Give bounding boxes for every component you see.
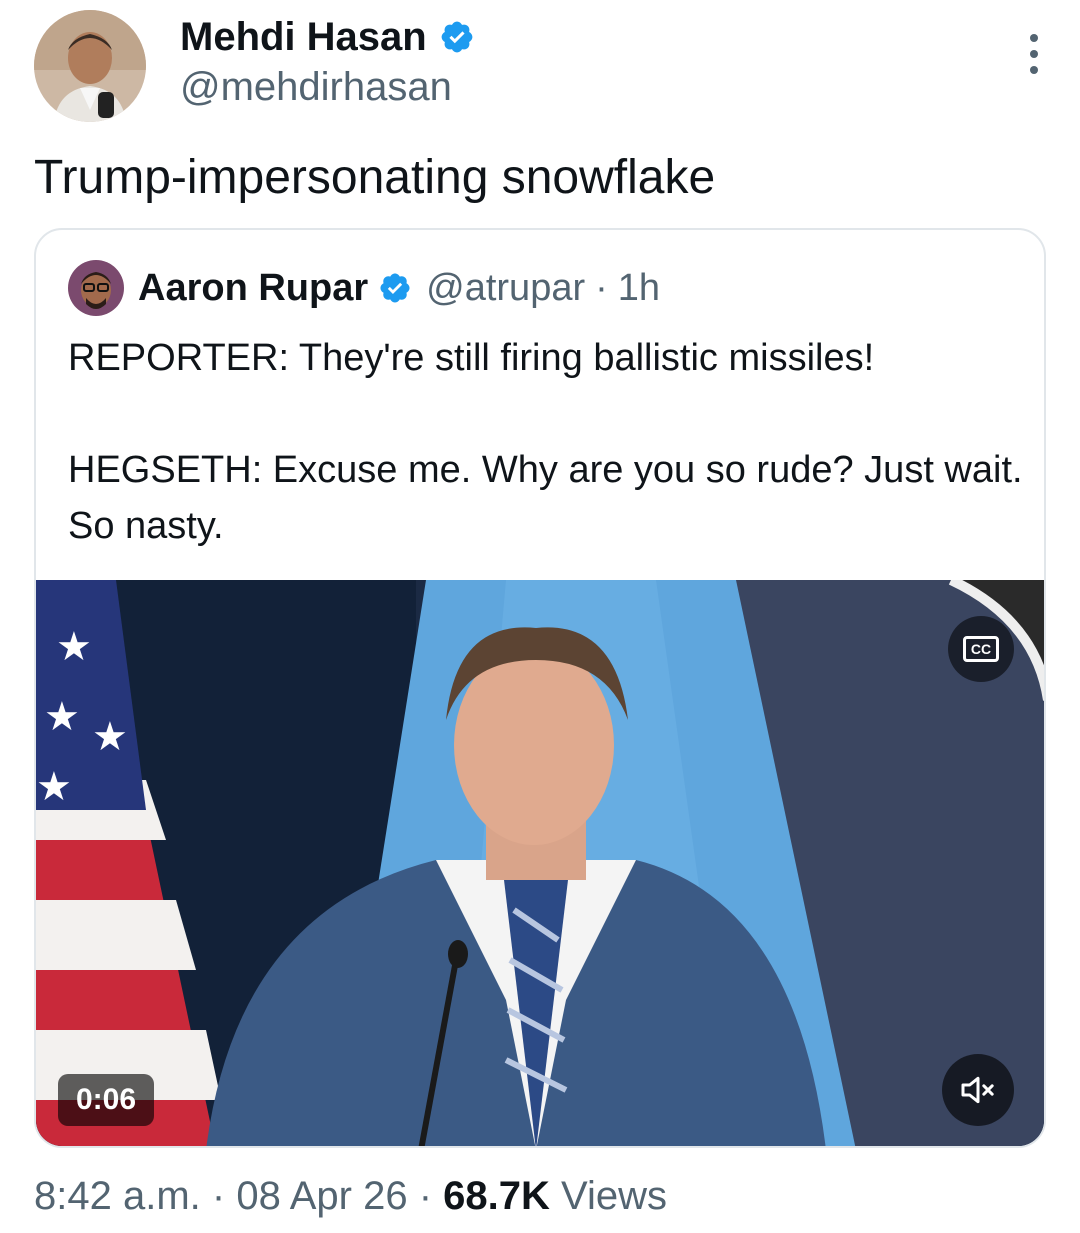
svg-text:★: ★ [56,624,92,670]
more-dot [1030,66,1038,74]
svg-text:★: ★ [44,694,80,740]
quoted-separator: · [595,266,608,309]
views-count[interactable]: 68.7K [443,1174,550,1218]
verified-badge-icon [380,273,410,303]
tweet-time[interactable]: 8:42 a.m. [34,1174,201,1218]
views-label: Views [561,1174,668,1218]
closed-captions-button[interactable]: CC [948,616,1014,682]
mute-icon [961,1076,994,1104]
tweet-date[interactable]: 08 Apr 26 [236,1174,407,1218]
meta-separator: · [211,1174,226,1218]
video-frame: ★ ★ ★ ★ [36,580,1044,1146]
mute-button[interactable] [942,1054,1014,1126]
tweet-metadata: 8:42 a.m. · 08 Apr 26 · 68.7K Views [34,1170,667,1222]
quoted-tweet-header: Aaron Rupar @atrupar · 1h [68,258,660,318]
meta-separator: · [418,1174,433,1218]
author-handle[interactable]: @mehdirhasan [180,64,452,110]
more-options-icon[interactable] [1028,34,1040,74]
author-name-text: Mehdi Hasan [180,15,427,59]
quoted-author-avatar [68,260,124,316]
quoted-tweet-text: REPORTER: They're still firing ballistic… [68,337,1023,547]
quoted-author-name[interactable]: Aaron Rupar [138,267,368,310]
svg-text:★: ★ [36,764,72,810]
closed-captions-icon: CC [963,636,999,662]
video-player[interactable]: ★ ★ ★ ★ 0:06 CC [36,580,1044,1146]
verified-badge-icon [441,21,473,53]
tweet-text: Trump-impersonating snowflake [34,151,716,204]
more-dot [1030,50,1038,58]
quoted-author-handle[interactable]: @atrupar [426,267,585,310]
svg-text:★: ★ [92,714,128,760]
video-duration-badge: 0:06 [58,1074,155,1126]
more-dot [1030,34,1038,42]
author-name[interactable]: Mehdi Hasan [180,14,475,60]
quoted-timestamp[interactable]: 1h [618,267,660,310]
quoted-tweet-card[interactable]: Aaron Rupar @atrupar · 1h REPORTER: They… [34,228,1046,1148]
author-avatar[interactable] [34,10,146,122]
